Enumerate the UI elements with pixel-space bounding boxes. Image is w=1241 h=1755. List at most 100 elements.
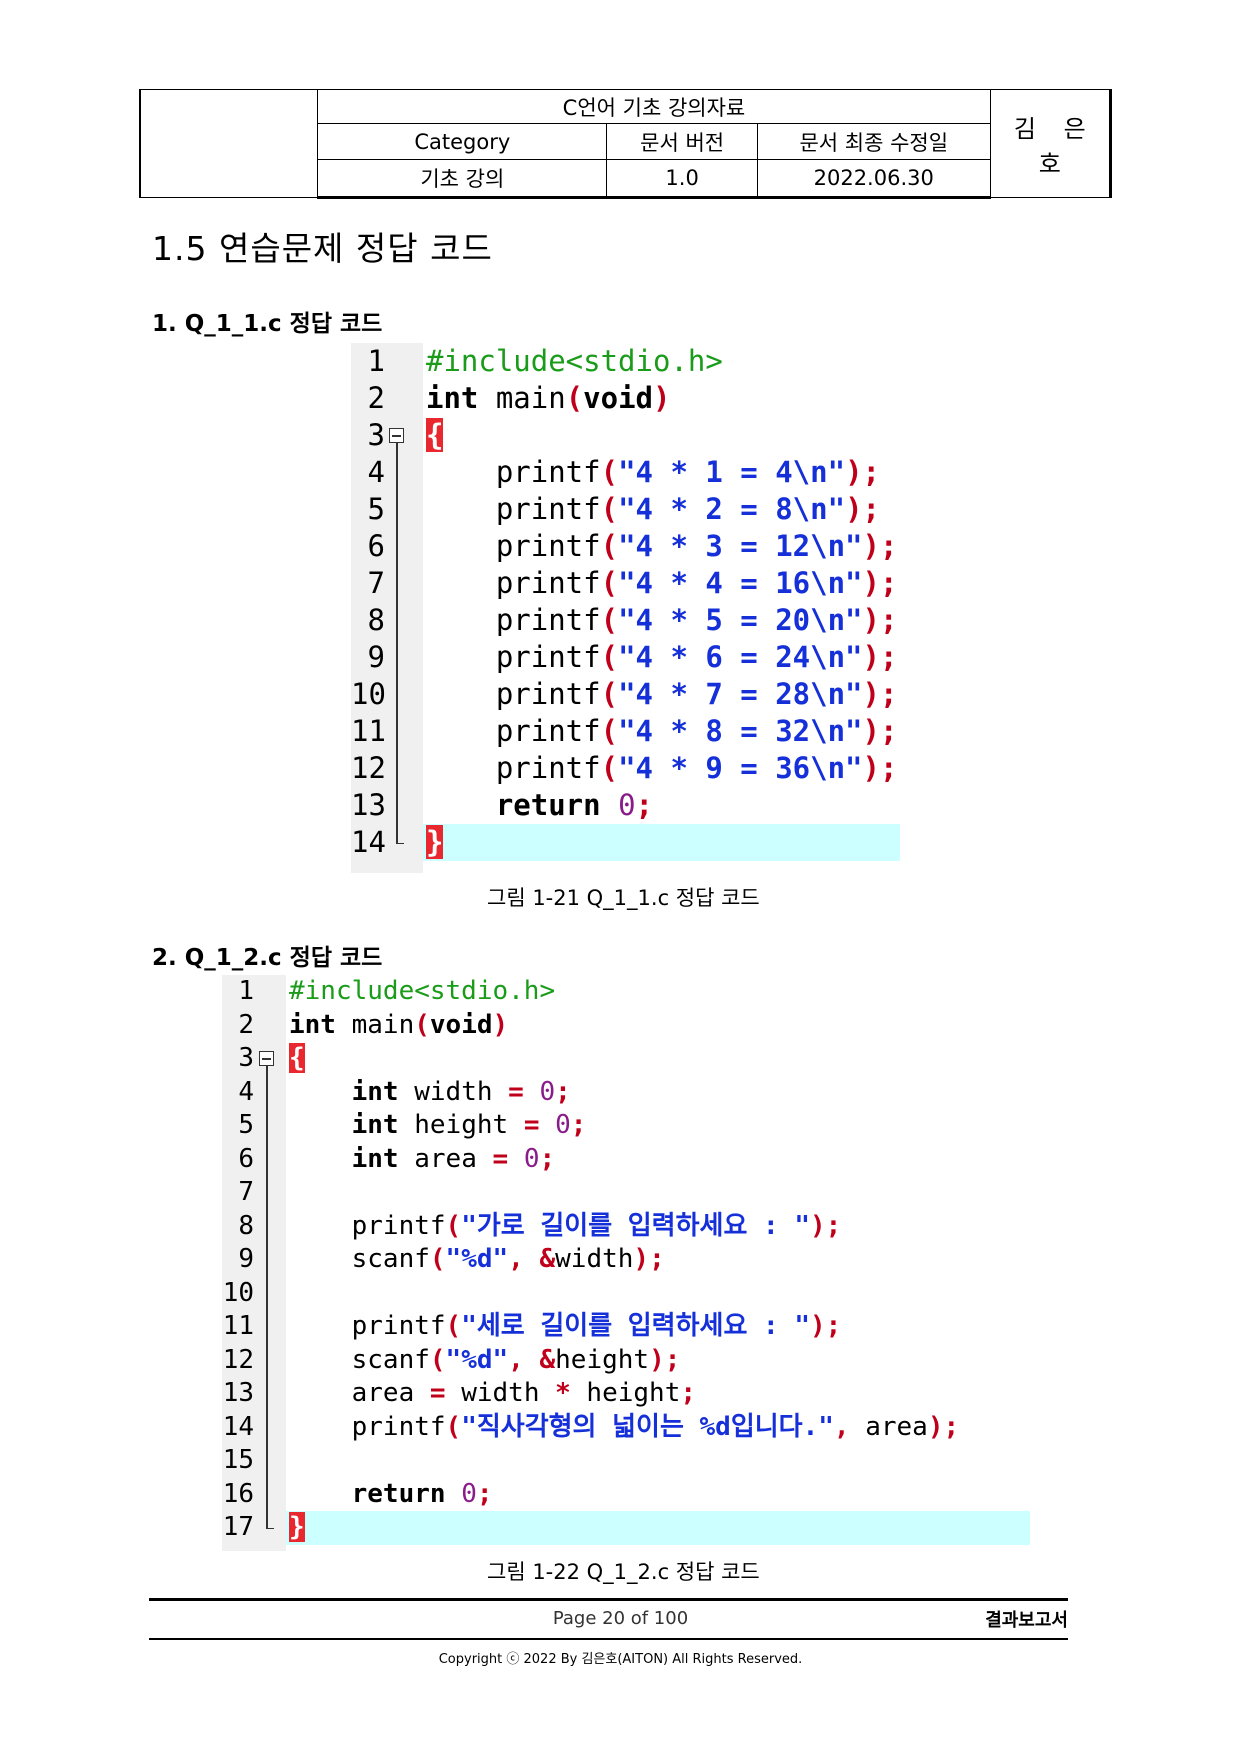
footer-top-rule bbox=[149, 1598, 1068, 1601]
code-token: height bbox=[570, 1378, 681, 1408]
code-line: printf("4 * 5 = 20\n"); bbox=[426, 602, 898, 639]
current-line-highlight bbox=[286, 1511, 1030, 1545]
code-token: "직사각형의 넓이는 %d입니다." bbox=[461, 1411, 834, 1442]
code-token: printf bbox=[426, 529, 601, 563]
code-token: ); bbox=[927, 1411, 960, 1442]
line-number: 9 bbox=[238, 1244, 254, 1274]
code-line: printf("4 * 8 = 32\n"); bbox=[426, 713, 898, 750]
code-line: return 0; bbox=[289, 1478, 493, 1512]
code-line: printf("4 * 3 = 12\n"); bbox=[426, 528, 898, 565]
current-line-highlight bbox=[423, 824, 900, 861]
code-token: main bbox=[335, 1009, 415, 1040]
line-number: 4 bbox=[238, 1076, 254, 1107]
code-token: printf bbox=[289, 1411, 446, 1442]
code-token: "4 * 2 = 8\n" bbox=[618, 492, 846, 526]
line-number: 7 bbox=[367, 566, 385, 600]
code-token: ); bbox=[862, 566, 898, 600]
code-token: 0 bbox=[555, 1110, 571, 1140]
code-token: , & bbox=[508, 1244, 556, 1274]
code-line: int area = 0; bbox=[289, 1143, 556, 1177]
code-token: ; bbox=[476, 1478, 493, 1509]
code-token: ( bbox=[414, 1009, 430, 1040]
code-token: "4 * 1 = 4\n" bbox=[618, 455, 846, 489]
code-token: ( bbox=[445, 1311, 462, 1341]
line-number: 10 bbox=[351, 677, 386, 711]
code-token: = bbox=[492, 1143, 509, 1174]
code-token: 0 bbox=[523, 1143, 540, 1174]
line-number: 2 bbox=[238, 1009, 254, 1040]
code-line: int width = 0; bbox=[289, 1076, 571, 1110]
doc-title: C언어 기초 강의자료 bbox=[317, 89, 991, 124]
code-line: #include<stdio.h> bbox=[289, 975, 555, 1009]
fold-end-marker bbox=[396, 842, 404, 844]
author-name: 김 은 호 bbox=[989, 89, 1113, 198]
line-number: 13 bbox=[351, 788, 386, 822]
code-token: ( bbox=[600, 492, 619, 526]
code-token: ( bbox=[600, 677, 619, 711]
document-header-table: C언어 기초 강의자료 김 은 호 Category 문서 버전 문서 최종 수… bbox=[139, 89, 1113, 199]
code-token: "4 * 8 = 32\n" bbox=[618, 714, 863, 748]
code-token: printf bbox=[426, 566, 601, 600]
category-header: Category bbox=[317, 123, 608, 160]
collapse-icon[interactable] bbox=[259, 1051, 274, 1067]
code-token: scanf bbox=[289, 1244, 430, 1274]
line-number: 12 bbox=[351, 751, 386, 785]
code-line: { bbox=[426, 417, 444, 454]
code-token: ( bbox=[600, 455, 619, 489]
code-token: ); bbox=[862, 714, 898, 748]
line-number: 12 bbox=[222, 1344, 254, 1375]
line-number: 9 bbox=[367, 640, 385, 674]
code-token: ( bbox=[600, 566, 619, 600]
line-number: 8 bbox=[238, 1210, 254, 1241]
line-number: 5 bbox=[238, 1110, 254, 1140]
code-token: ; bbox=[635, 788, 654, 822]
code-token: printf bbox=[426, 492, 601, 526]
code-token: ( bbox=[600, 603, 619, 637]
line-number: 13 bbox=[222, 1378, 254, 1408]
code-token: "4 * 6 = 24\n" bbox=[618, 640, 863, 674]
code-token: printf bbox=[426, 603, 601, 637]
code-token: height bbox=[398, 1110, 524, 1140]
code-token: width bbox=[555, 1244, 634, 1274]
line-number: 16 bbox=[222, 1478, 254, 1509]
version-value: 1.0 bbox=[606, 159, 758, 199]
subsection-title-1: 1. Q_1_1.c 정답 코드 bbox=[152, 311, 383, 337]
code-line: return 0; bbox=[426, 787, 653, 824]
code-token: width bbox=[445, 1378, 556, 1408]
collapse-icon[interactable] bbox=[389, 428, 404, 443]
code-line: printf("4 * 6 = 24\n"); bbox=[426, 639, 898, 676]
code-token: "4 * 5 = 20\n" bbox=[618, 603, 863, 637]
line-number: 15 bbox=[222, 1445, 254, 1475]
code-token: scanf bbox=[289, 1344, 430, 1375]
code-line: printf("직사각형의 넓이는 %d입니다.", area); bbox=[289, 1411, 960, 1445]
code-token: { bbox=[426, 418, 444, 452]
code-token: = bbox=[523, 1110, 540, 1140]
code-token: int bbox=[351, 1076, 399, 1107]
code-token: ); bbox=[862, 529, 898, 563]
code-line: printf("4 * 1 = 4\n"); bbox=[426, 454, 880, 491]
code-token: printf bbox=[426, 751, 601, 785]
code-token: printf bbox=[289, 1210, 446, 1241]
line-number: 10 bbox=[222, 1277, 254, 1308]
line-number: 1 bbox=[238, 976, 254, 1006]
code-line: printf("4 * 2 = 8\n"); bbox=[426, 491, 880, 528]
code-token: "4 * 3 = 12\n" bbox=[618, 529, 863, 563]
code-line: { bbox=[289, 1042, 305, 1076]
code-line: printf("가로 길이를 입력하세요 : "); bbox=[289, 1210, 842, 1244]
footer-bottom-rule bbox=[149, 1638, 1068, 1640]
code-token: main bbox=[478, 381, 566, 415]
code-line: printf("4 * 9 = 36\n"); bbox=[426, 750, 898, 787]
code-token: int bbox=[426, 381, 479, 415]
code-token: ; bbox=[570, 1110, 587, 1140]
code-token: ); bbox=[845, 492, 880, 526]
code-token: ( bbox=[600, 529, 619, 563]
code-token: "4 * 4 = 16\n" bbox=[618, 566, 863, 600]
line-number: 1 bbox=[367, 344, 385, 378]
code-token: printf bbox=[426, 640, 601, 674]
code-token: return bbox=[426, 788, 601, 822]
line-number: 17 bbox=[222, 1512, 254, 1542]
code-block-2: 1 2 3 4 5 6 7 8 9 10 11 12 13 14 15 16 17 #include<stdio.… bbox=[222, 975, 1030, 1551]
